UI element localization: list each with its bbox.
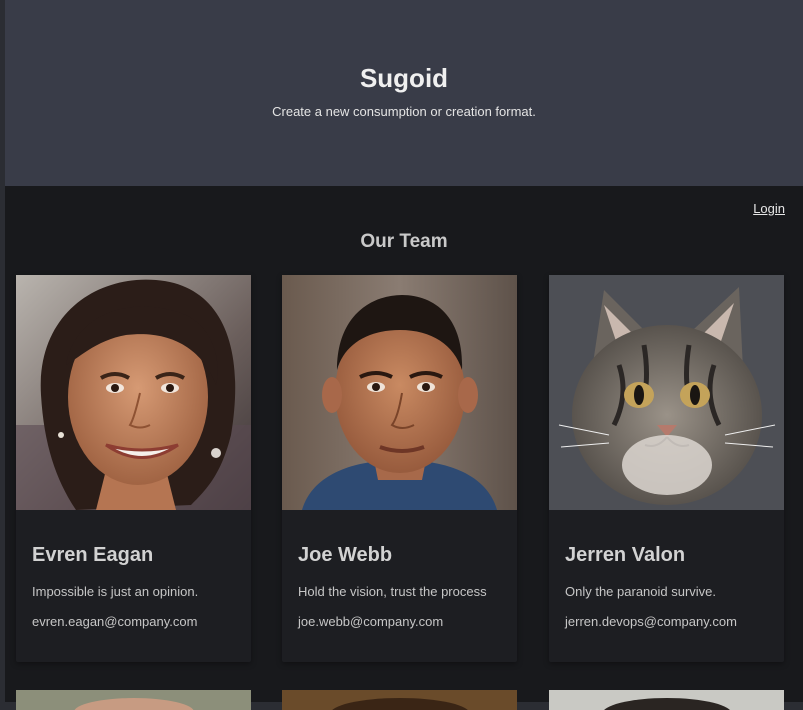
site-subtitle: Create a new consumption or creation for…: [272, 104, 536, 119]
member-email[interactable]: evren.eagan@company.com: [32, 614, 235, 629]
member-email[interactable]: joe.webb@company.com: [298, 614, 501, 629]
member-quote: Only the paranoid survive.: [565, 584, 717, 599]
woman-portrait-icon: [16, 275, 251, 510]
member-name: Evren Eagan: [32, 544, 154, 566]
login-link[interactable]: Login: [753, 201, 785, 216]
hero-banner: Sugoid Create a new consumption or creat…: [5, 0, 803, 186]
member-quote: Hold the vision, trust the process: [298, 584, 487, 599]
man-portrait-icon: [549, 690, 784, 710]
team-card: Joe Webb Hold the vision, trust the proc…: [282, 275, 517, 662]
man-portrait-icon: [282, 275, 517, 510]
card-body: Jerren Valon Only the paranoid survive. …: [549, 510, 784, 662]
cat-portrait-icon: [549, 275, 784, 510]
member-name: Joe Webb: [298, 544, 393, 566]
member-email[interactable]: jerren.devops@company.com: [565, 614, 768, 629]
site-title: Sugoid: [359, 63, 449, 93]
card-body: Joe Webb Hold the vision, trust the proc…: [282, 510, 517, 662]
member-quote: Impossible is just an opinion.: [32, 584, 199, 599]
team-card: Jerren Valon Only the paranoid survive. …: [549, 275, 784, 662]
team-card: Evren Eagan Impossible is just an opinio…: [16, 275, 251, 662]
top-bar: Login: [5, 186, 803, 222]
card-body: Evren Eagan Impossible is just an opinio…: [16, 510, 251, 662]
member-name: Jerren Valon: [565, 544, 686, 566]
section-title: Our Team: [360, 231, 448, 252]
woman-portrait-icon: [282, 690, 517, 710]
man-portrait-icon: [16, 690, 251, 710]
